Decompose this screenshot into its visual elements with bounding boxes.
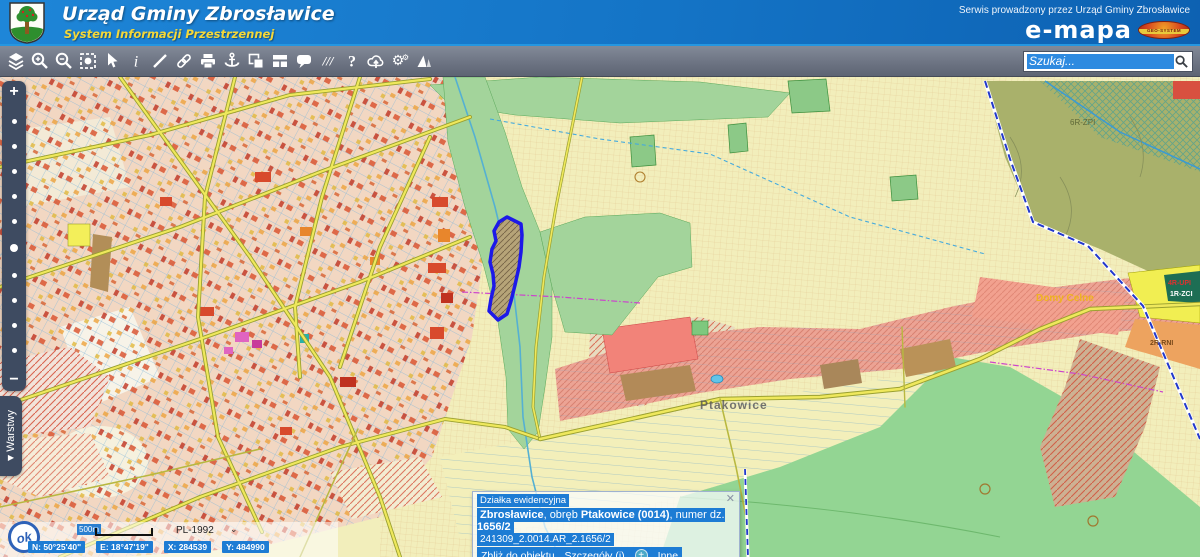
map-viewport: Ptakowice Domy Celne 6R-ZPI 4R-UPI 1R-ZC… [0,77,1200,557]
status-bar: ok 500m PL-1992 ⌄ N: 50°25'40" E: 18°47'… [0,522,338,557]
map-toolbar: i /// ? ⚙⚙ [0,46,1200,77]
measure-icon [150,51,170,71]
coord-x: X: 284539 [164,541,211,553]
zoom-in-control[interactable]: + [9,85,18,99]
zone-forest-label: 6R-ZPI [1070,118,1095,127]
page-subtitle: System Informacji Przestrzennej [64,27,274,41]
panels-icon [270,51,290,71]
urban-area [0,77,492,557]
info-button[interactable]: i [124,48,148,75]
cloud-upload-icon [366,51,386,71]
pointer-button[interactable] [100,48,124,75]
help-icon: ? [342,51,362,71]
windows-icon [246,51,266,71]
search-box[interactable]: Szukaj... [1023,51,1193,72]
emapa-brand[interactable]: e-mapa GEO-SYSTEM [1025,18,1190,42]
svg-text:⚙: ⚙ [402,53,409,62]
coord-n: N: 50°25'40" [28,541,85,553]
svg-text:///: /// [322,54,335,69]
map-canvas[interactable]: Ptakowice Domy Celne 6R-ZPI 4R-UPI 1R-ZC… [0,77,1200,557]
pyramid-icon [414,51,434,71]
svg-text:i: i [134,54,138,71]
layers-button[interactable] [4,48,28,75]
close-icon[interactable]: ✕ [726,494,735,505]
link-icon [174,51,194,71]
plus-icon[interactable]: + [635,549,648,557]
zoom-in-button[interactable] [28,48,52,75]
info-icon: i [126,51,146,71]
zoom-slider[interactable]: + − [2,81,26,391]
popup-actions: Zbliż do obiektu Szczegóły (i) + Inne [477,547,682,557]
pointer-icon [102,51,122,71]
print-icon [198,51,218,71]
projection-select[interactable]: PL-1992 [176,525,214,536]
zoom-out-button[interactable] [52,48,76,75]
zoom-out-control[interactable]: − [9,373,18,387]
link-button[interactable] [172,48,196,75]
zoom-level-current[interactable] [10,244,18,252]
zone-yellow-label: 4R-UPI [1168,280,1191,287]
chevron-down-icon[interactable]: ⌄ [230,524,238,535]
search-input[interactable]: Szukaj... [1027,54,1174,69]
coord-y: Y: 484990 [222,541,269,553]
zoom-extent-icon [78,51,98,71]
scale-bar [95,528,153,536]
layers-icon [6,51,26,71]
page-title: Urząd Gminy Zbrosławice [62,3,335,25]
measure-button[interactable] [148,48,172,75]
cloud-upload-button[interactable] [364,48,388,75]
village-label: Ptakowice [700,398,768,412]
service-note: Serwis prowadzony przez Urząd Gminy Zbro… [959,5,1190,16]
anchor-icon [222,51,242,71]
anchor-button[interactable] [220,48,244,75]
parcel-identifier: 241309_2.0014.AR_2.1656/2 [477,534,735,545]
layers-tab-label: Warstwy [5,410,17,452]
zone-orange-label: 2R-RNI [1150,340,1173,347]
geo-system-badge-icon: GEO-SYSTEM [1138,21,1190,39]
details-link[interactable]: Szczegóły (i) [565,550,625,557]
other-link[interactable]: Inne [658,550,678,557]
popup-title: Działka ewidencyjna [477,494,569,507]
parcel-info-popup: Działka ewidencyjna ✕ Zbrosławice, obręb… [472,491,740,557]
windows-button[interactable] [244,48,268,75]
slashes-button[interactable]: /// [316,48,340,75]
zone-green-label: 1R-ZCI [1170,291,1193,298]
zoom-levels[interactable] [10,99,18,373]
header-bar: Urząd Gminy Zbrosławice System Informacj… [0,0,1200,46]
slashes-icon: /// [318,51,338,71]
zoom-to-object-link[interactable]: Zbliż do obiektu [481,550,555,557]
zoom-out-icon [54,51,74,71]
expand-arrow-icon: ▶ [8,454,14,462]
help-button[interactable]: ? [340,48,364,75]
coordinates-readout: N: 50°25'40" E: 18°47'19" X: 284539 Y: 4… [28,541,269,553]
gears-icon: ⚙⚙ [390,51,410,71]
emapa-logo-text: e-mapa [1025,18,1132,42]
zoom-extent-button[interactable] [76,48,100,75]
speech-bubble-icon [294,51,314,71]
parcel-description: Zbrosławice, obręb Ptakowice (0014), num… [477,509,735,533]
panels-button[interactable] [268,48,292,75]
pyramid-button[interactable] [412,48,436,75]
app-window: Urząd Gminy Zbrosławice System Informacj… [0,0,1200,557]
svg-text:?: ? [348,54,356,71]
settings-button[interactable]: ⚙⚙ [388,48,412,75]
print-button[interactable] [196,48,220,75]
coord-e: E: 18°47'19" [96,541,153,553]
domy-celne-label: Domy Celne [1036,293,1094,304]
layers-panel-tab[interactable]: Warstwy ▶ [0,396,22,476]
municipality-crest-logo [8,2,46,44]
feedback-button[interactable] [292,48,316,75]
zoom-in-icon [30,51,50,71]
search-icon[interactable] [1174,54,1189,69]
